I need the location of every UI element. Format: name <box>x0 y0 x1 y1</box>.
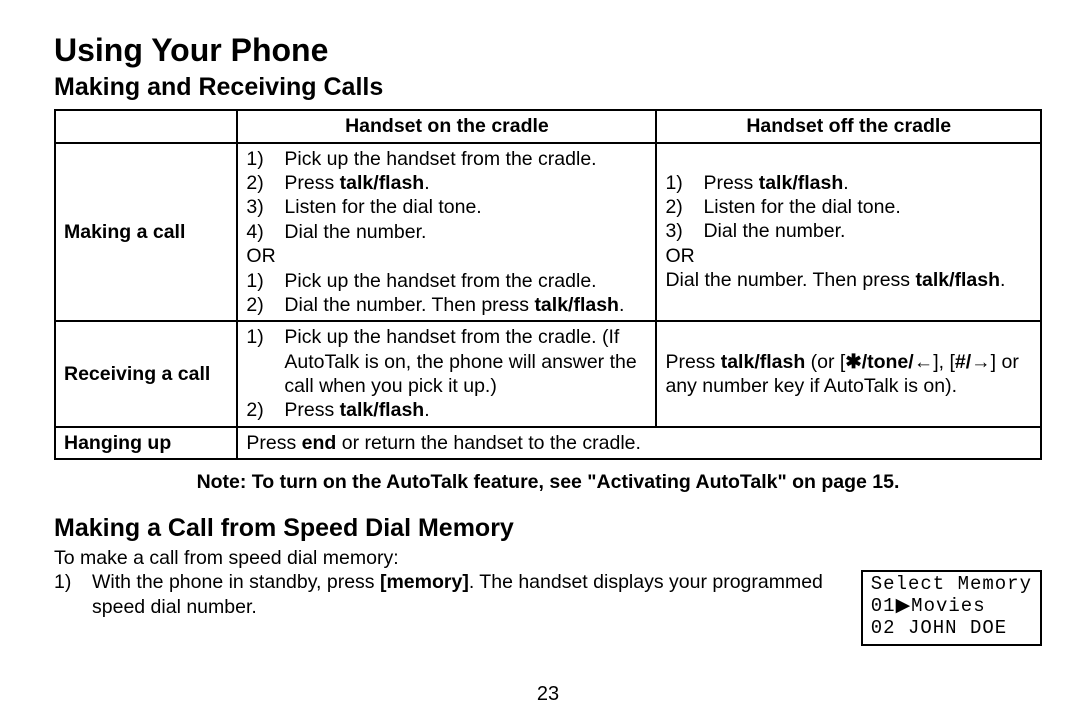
section-heading-speed-dial: Making a Call from Speed Dial Memory <box>54 513 1042 544</box>
list-number: 1) <box>246 269 274 293</box>
list-number: 1) <box>665 171 693 195</box>
list-item: Dial the number. <box>703 219 1032 243</box>
or-separator: OR <box>246 244 647 268</box>
list-number: 1) <box>54 570 84 619</box>
section-heading-calls: Making and Receiving Calls <box>54 72 1042 103</box>
table-header-off-cradle: Handset off the cradle <box>656 110 1041 142</box>
list-number: 2) <box>246 398 274 422</box>
list-number: 1) <box>246 325 274 398</box>
cell-receiving-off: Press talk/flash (or [✱/tone/←], [#/→] o… <box>656 321 1041 427</box>
list-item: Pick up the handset from the cradle. <box>284 147 647 171</box>
list-number: 2) <box>246 293 274 317</box>
cell-making-on: 1) Pick up the handset from the cradle. … <box>237 143 656 322</box>
list-item: Press talk/flash. <box>703 171 1032 195</box>
list-item: Pick up the handset from the cradle. (If… <box>284 325 647 398</box>
page-title: Using Your Phone <box>54 30 1042 70</box>
row-label-hanging-up: Hanging up <box>55 427 237 459</box>
list-number: 1) <box>246 147 274 171</box>
page-number: 23 <box>54 682 1042 707</box>
cell-receiving-on: 1) Pick up the handset from the cradle. … <box>237 321 656 427</box>
autotalk-note: Note: To turn on the AutoTalk feature, s… <box>54 470 1042 494</box>
list-item: Listen for the dial tone. <box>284 195 647 219</box>
list-number: 2) <box>665 195 693 219</box>
list-number: 2) <box>246 171 274 195</box>
list-number: 3) <box>246 195 274 219</box>
list-item: Dial the number. <box>284 220 647 244</box>
calls-table: Handset on the cradle Handset off the cr… <box>54 109 1042 460</box>
table-header-empty <box>55 110 237 142</box>
cell-hanging-up: Press end or return the handset to the c… <box>237 427 1041 459</box>
speed-dial-step-1: With the phone in standby, press [memory… <box>92 570 835 619</box>
speed-dial-intro: To make a call from speed dial memory: <box>54 546 1042 570</box>
list-item: Press talk/flash. <box>284 171 647 195</box>
list-item: Dial the number. Then press talk/flash. <box>665 268 1032 292</box>
table-header-on-cradle: Handset on the cradle <box>237 110 656 142</box>
list-item: Press talk/flash. <box>284 398 647 422</box>
list-number: 4) <box>246 220 274 244</box>
list-item: Pick up the handset from the cradle. <box>284 269 647 293</box>
list-number: 3) <box>665 219 693 243</box>
list-item: Listen for the dial tone. <box>703 195 1032 219</box>
cell-making-off: 1) Press talk/flash. 2) Listen for the d… <box>656 143 1041 322</box>
list-item: Dial the number. Then press talk/flash. <box>284 293 647 317</box>
row-label-making-call: Making a call <box>55 143 237 322</box>
or-separator: OR <box>665 244 1032 268</box>
row-label-receiving-call: Receiving a call <box>55 321 237 427</box>
lcd-preview: Select Memory 01▶Movies 02 JOHN DOE <box>861 570 1042 646</box>
